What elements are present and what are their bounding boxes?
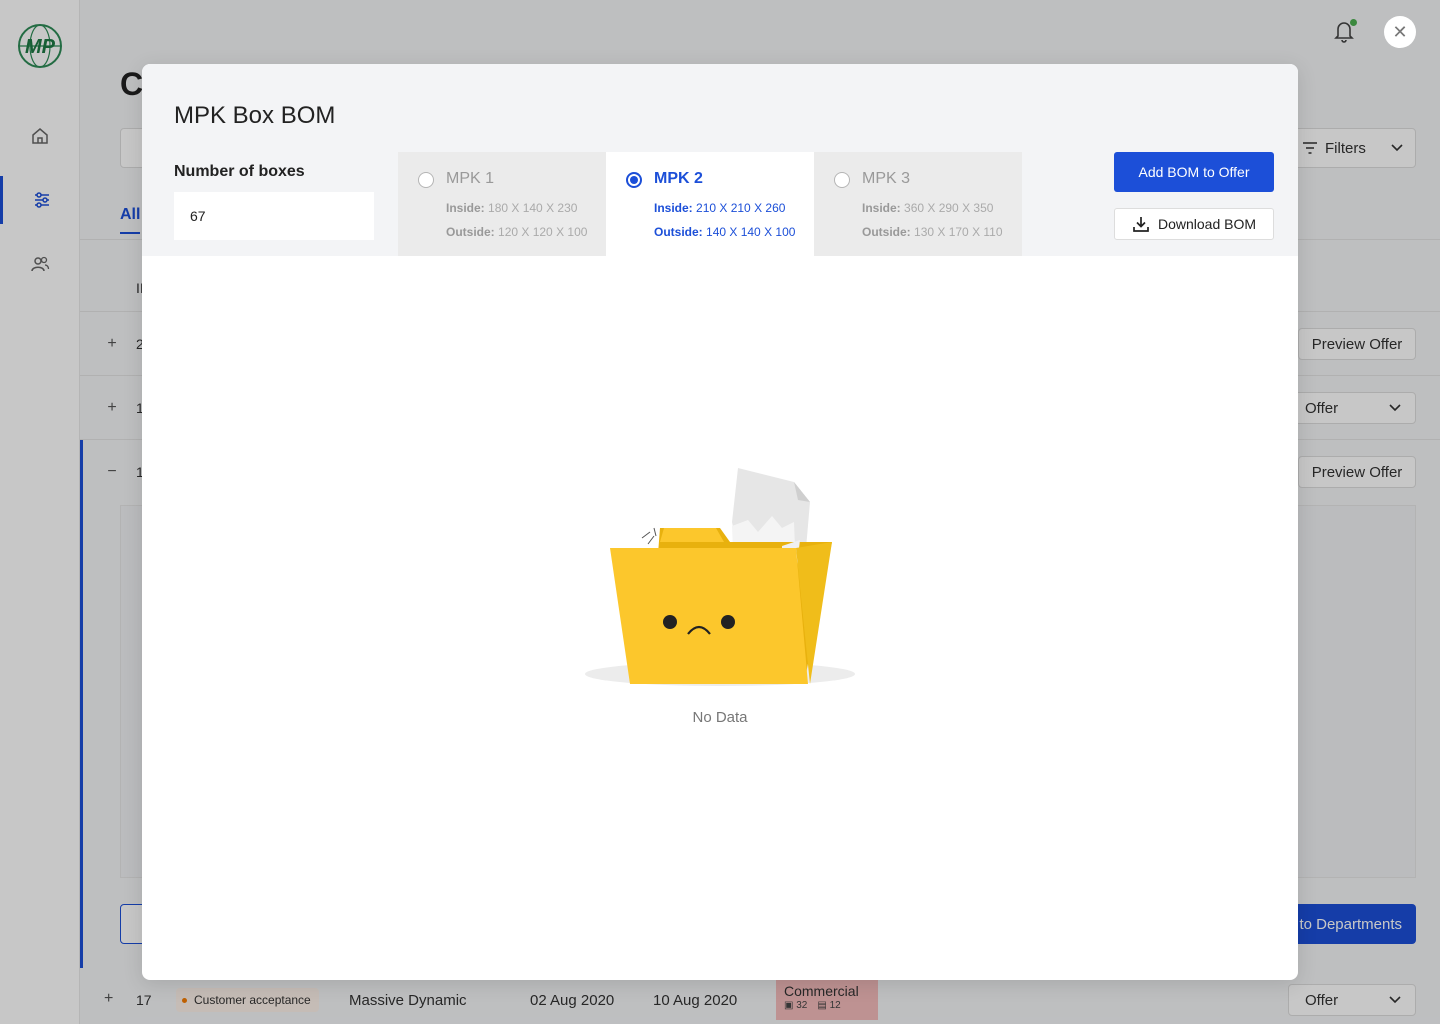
department-name: Commercial bbox=[784, 983, 859, 999]
filters-button[interactable]: Filters bbox=[1288, 128, 1416, 168]
nav-settings[interactable] bbox=[0, 176, 80, 224]
status-badge: Customer acceptance bbox=[176, 988, 319, 1012]
tab-all[interactable]: All bbox=[120, 206, 141, 234]
offer-select-value: Offer bbox=[1305, 399, 1339, 417]
nav-users[interactable] bbox=[0, 240, 80, 288]
bom-modal: MPK Box BOM Number of boxes MPK 1 Inside… bbox=[142, 64, 1298, 980]
option-name: MPK 2 bbox=[654, 170, 703, 187]
filter-icon bbox=[1303, 142, 1317, 154]
filters-label: Filters bbox=[1325, 139, 1366, 157]
company-name: Massive Dynamic bbox=[349, 992, 467, 1009]
row-id: 17 bbox=[136, 992, 152, 1008]
preview-offer-button[interactable]: Preview Offer bbox=[1298, 328, 1416, 360]
expand-row-button[interactable]: + bbox=[104, 336, 120, 352]
mpk-option-3[interactable]: MPK 3 Inside: 360 X 290 X 350 Outside: 1… bbox=[814, 152, 1022, 256]
offer-select[interactable]: Offer bbox=[1288, 392, 1416, 424]
users-icon bbox=[31, 256, 50, 272]
department-counts: ▣ 32 ▤ 12 bbox=[784, 1000, 870, 1011]
empty-folder-illustration bbox=[585, 468, 855, 686]
inside-dimensions: Inside: 180 X 140 X 230 bbox=[446, 201, 578, 215]
department-cell: Commercial ▣ 32 ▤ 12 bbox=[776, 980, 878, 1020]
close-icon: ✕ bbox=[1392, 21, 1408, 42]
svg-text:MP: MP bbox=[25, 36, 56, 58]
home-icon bbox=[32, 128, 48, 144]
collapse-row-button[interactable]: − bbox=[104, 464, 120, 480]
chevron-down-icon bbox=[1389, 404, 1401, 412]
end-date: 10 Aug 2020 bbox=[653, 992, 738, 1009]
expand-row-button[interactable]: + bbox=[104, 400, 120, 416]
outside-dimensions: Outside: 120 X 120 X 100 bbox=[446, 225, 588, 239]
modal-title: MPK Box BOM bbox=[174, 102, 336, 129]
mpk-option-1[interactable]: MPK 1 Inside: 180 X 140 X 230 Outside: 1… bbox=[398, 152, 606, 256]
expand-row-button[interactable]: + bbox=[104, 990, 113, 1008]
download-icon bbox=[1133, 217, 1149, 232]
expanded-row-indicator bbox=[80, 440, 83, 968]
sidebar: MP bbox=[0, 0, 80, 1024]
box-count: ▣ 32 bbox=[784, 1000, 808, 1011]
start-date: 02 Aug 2020 bbox=[530, 992, 615, 1009]
download-bom-button[interactable]: Download BOM bbox=[1114, 208, 1274, 240]
company-logo: MP bbox=[18, 24, 62, 68]
sliders-icon bbox=[34, 192, 49, 208]
offer-select[interactable]: Offer bbox=[1288, 984, 1416, 1016]
radio-button[interactable] bbox=[626, 172, 642, 188]
mpk-option-2[interactable]: MPK 2 Inside: 210 X 210 X 260 Outside: 1… bbox=[606, 152, 814, 256]
empty-state-text: No Data bbox=[692, 709, 748, 726]
notification-dot bbox=[1350, 19, 1357, 26]
outside-dimensions: Outside: 130 X 170 X 110 bbox=[862, 225, 1003, 239]
number-of-boxes-input[interactable] bbox=[174, 192, 374, 240]
close-modal-button[interactable]: ✕ bbox=[1384, 16, 1416, 48]
preview-offer-button[interactable]: Preview Offer bbox=[1298, 456, 1416, 488]
inside-dimensions: Inside: 360 X 290 X 350 bbox=[862, 201, 994, 215]
chevron-down-icon bbox=[1391, 144, 1403, 152]
add-bom-to-offer-button[interactable]: Add BOM to Offer bbox=[1114, 152, 1274, 192]
boxes-label: Number of boxes bbox=[174, 163, 305, 180]
page-title: C bbox=[120, 66, 144, 102]
radio-button[interactable] bbox=[418, 172, 434, 188]
table-row[interactable]: + 17 Customer acceptance Massive Dynamic… bbox=[80, 976, 1440, 1024]
option-name: MPK 1 bbox=[446, 170, 495, 187]
chevron-down-icon bbox=[1389, 996, 1401, 1004]
option-name: MPK 3 bbox=[862, 170, 911, 187]
inside-dimensions: Inside: 210 X 210 X 260 bbox=[654, 201, 786, 215]
send-to-departments-button[interactable]: to Departments bbox=[1280, 904, 1416, 944]
nav-home[interactable] bbox=[0, 112, 80, 160]
radio-button[interactable] bbox=[834, 172, 850, 188]
offer-select-value: Offer bbox=[1305, 991, 1339, 1009]
outside-dimensions: Outside: 140 X 140 X 100 bbox=[654, 225, 796, 239]
doc-count: ▤ 12 bbox=[817, 1000, 841, 1011]
download-bom-label: Download BOM bbox=[1157, 216, 1257, 232]
